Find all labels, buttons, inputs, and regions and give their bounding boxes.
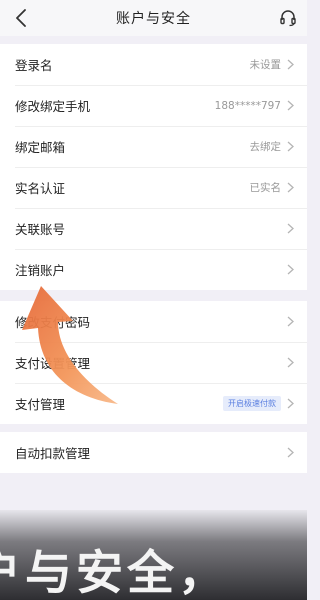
caption-text: 户与安全， xyxy=(0,546,229,600)
fast-pay-badge: 开启极速付款 xyxy=(223,396,281,411)
payment-settings-group: 修改支付密码 支付设置管理 支付管理 开启极速付款 xyxy=(0,301,307,424)
bound-email-row[interactable]: 绑定邮箱 去绑定 xyxy=(0,126,307,167)
chevron-right-icon xyxy=(287,316,295,328)
page-title: 账户与安全 xyxy=(116,11,191,27)
chevron-right-icon xyxy=(287,447,295,459)
chevron-right-icon xyxy=(287,141,295,153)
linked-accounts-row[interactable]: 关联账号 xyxy=(0,208,307,249)
row-label: 绑定邮箱 xyxy=(15,140,66,155)
bound-phone-row[interactable]: 修改绑定手机 188*****797 xyxy=(0,85,307,126)
row-value: 去绑定 xyxy=(249,141,282,153)
row-value: 未设置 xyxy=(249,59,282,71)
chevron-right-icon xyxy=(287,398,295,410)
top-navigation-bar: 账户与安全 xyxy=(0,0,307,36)
auto-debit-management-row[interactable]: 自动扣款管理 xyxy=(0,432,307,473)
chevron-right-icon xyxy=(287,264,295,276)
change-payment-password-row[interactable]: 修改支付密码 xyxy=(0,301,307,342)
row-value: 188*****797 xyxy=(214,99,281,112)
chevron-right-icon xyxy=(287,59,295,71)
row-label: 关联账号 xyxy=(15,222,66,237)
payment-settings-management-row[interactable]: 支付设置管理 xyxy=(0,342,307,383)
cancel-account-row[interactable]: 注销账户 xyxy=(0,249,307,290)
row-label: 实名认证 xyxy=(15,181,66,196)
row-label: 注销账户 xyxy=(15,263,66,278)
row-value: 已实名 xyxy=(249,182,282,194)
account-settings-group: 登录名 未设置 修改绑定手机 188*****797 绑定邮箱 去绑定 实名认证… xyxy=(0,44,307,290)
real-name-verification-row[interactable]: 实名认证 已实名 xyxy=(0,167,307,208)
payment-management-row[interactable]: 支付管理 开启极速付款 xyxy=(0,383,307,424)
row-label: 支付管理 xyxy=(15,397,66,412)
auto-debit-group: 自动扣款管理 xyxy=(0,432,307,473)
chevron-right-icon xyxy=(287,357,295,369)
headset-icon[interactable] xyxy=(277,7,299,29)
video-caption-banner: 户与安全， xyxy=(0,510,307,600)
row-label: 修改支付密码 xyxy=(15,315,91,330)
row-label: 自动扣款管理 xyxy=(15,446,91,461)
login-name-row[interactable]: 登录名 未设置 xyxy=(0,44,307,85)
back-chevron-icon[interactable] xyxy=(10,7,32,29)
chevron-right-icon xyxy=(287,100,295,112)
chevron-right-icon xyxy=(287,223,295,235)
row-label: 支付设置管理 xyxy=(15,356,91,371)
row-label: 修改绑定手机 xyxy=(15,99,91,114)
chevron-right-icon xyxy=(287,182,295,194)
row-label: 登录名 xyxy=(15,58,53,73)
